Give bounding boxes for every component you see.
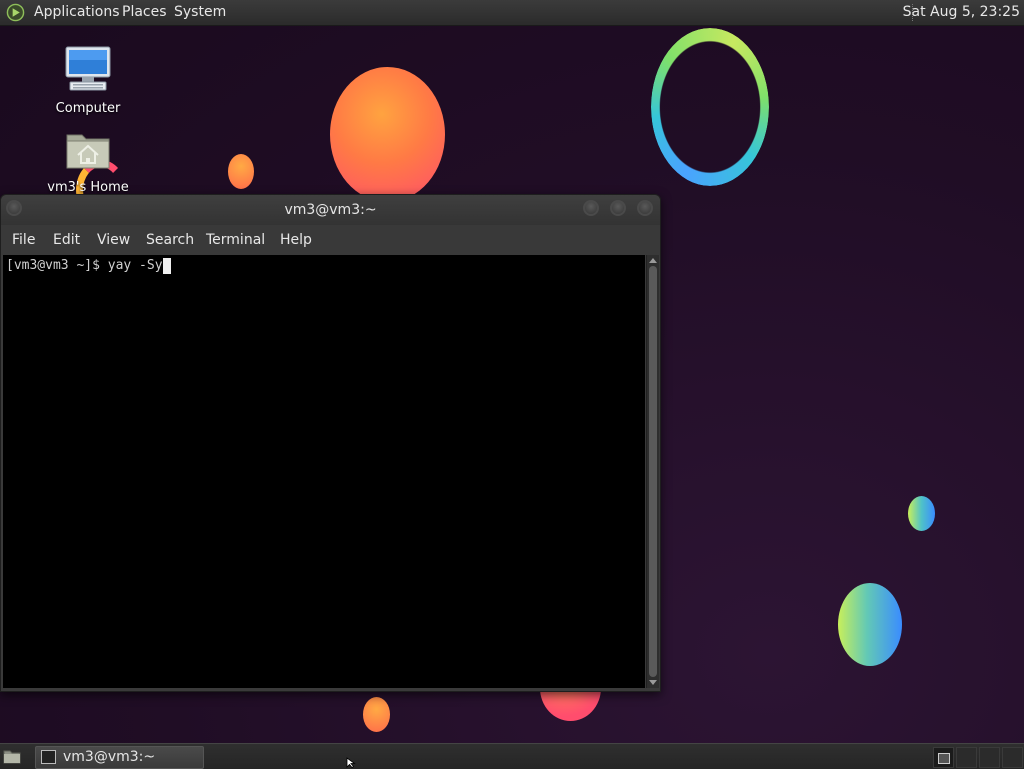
- terminal-icon: [41, 750, 56, 764]
- minimize-button[interactable]: [583, 200, 599, 216]
- menu-edit[interactable]: Edit: [53, 225, 80, 255]
- menu-terminal[interactable]: Terminal: [206, 225, 265, 255]
- wallpaper-orange-orb-small: [228, 154, 254, 189]
- close-button[interactable]: [637, 200, 653, 216]
- menu-places[interactable]: Places: [122, 0, 167, 25]
- home-folder-icon: [66, 134, 110, 169]
- terminal-window[interactable]: vm3@vm3:~ File Edit View Search Terminal…: [0, 194, 661, 692]
- terminal-scrollbar[interactable]: [646, 255, 659, 688]
- menu-search[interactable]: Search: [146, 225, 194, 255]
- applications-logo-icon[interactable]: [6, 3, 25, 22]
- scroll-down-arrow-icon[interactable]: [649, 680, 657, 685]
- menu-applications[interactable]: Applications: [34, 0, 120, 25]
- window-title: vm3@vm3:~: [284, 202, 377, 218]
- taskbar-button-terminal[interactable]: vm3@vm3:~: [35, 746, 204, 769]
- terminal-output[interactable]: [vm3@vm3 ~]$ yay -Sy: [3, 255, 645, 688]
- desktop-icon-label: Computer: [55, 101, 121, 116]
- scroll-up-arrow-icon[interactable]: [649, 258, 657, 263]
- menu-view[interactable]: View: [97, 225, 130, 255]
- desktop-icon-label: vm3's Home: [47, 180, 129, 195]
- wallpaper-orange-orb-bottom: [363, 697, 390, 732]
- mouse-pointer-icon: [346, 757, 356, 768]
- wallpaper-small-blue-orb: [908, 496, 935, 531]
- menu-system[interactable]: System: [174, 0, 226, 25]
- text-cursor: [162, 258, 171, 274]
- menu-help[interactable]: Help: [280, 225, 312, 255]
- desktop-icon-computer[interactable]: Computer: [43, 45, 133, 116]
- wallpaper-gradient-ring: [651, 28, 769, 186]
- show-desktop-icon[interactable]: [3, 748, 21, 764]
- computer-icon: [65, 46, 111, 91]
- terminal-line: [vm3@vm3 ~]$ yay -Sy: [6, 258, 171, 274]
- desktop-icon-home[interactable]: vm3's Home: [43, 128, 133, 195]
- wallpaper-orange-orb-large: [330, 67, 445, 202]
- wallpaper-large-blue-orb: [838, 583, 902, 666]
- workspace-window-thumbnail: [938, 753, 950, 764]
- scroll-thumb[interactable]: [649, 266, 657, 677]
- typed-command: yay -Sy: [107, 258, 163, 273]
- maximize-button[interactable]: [610, 200, 626, 216]
- window-titlebar[interactable]: vm3@vm3:~: [1, 195, 660, 225]
- shell-prompt: [vm3@vm3 ~]$: [6, 258, 108, 273]
- terminal-menubar: File Edit View Search Terminal Help: [1, 225, 660, 255]
- top-panel: Applications Places System Sat Aug 5, 23…: [0, 0, 1024, 26]
- menu-file[interactable]: File: [12, 225, 35, 255]
- workspace-3[interactable]: [979, 747, 1000, 768]
- bottom-panel: vm3@vm3:~: [0, 743, 1024, 769]
- taskbar-button-label: vm3@vm3:~: [63, 749, 156, 765]
- workspace-2[interactable]: [956, 747, 977, 768]
- workspace-4[interactable]: [1002, 747, 1023, 768]
- workspace-1[interactable]: [933, 747, 954, 768]
- clock[interactable]: Sat Aug 5, 23:25: [903, 0, 1020, 25]
